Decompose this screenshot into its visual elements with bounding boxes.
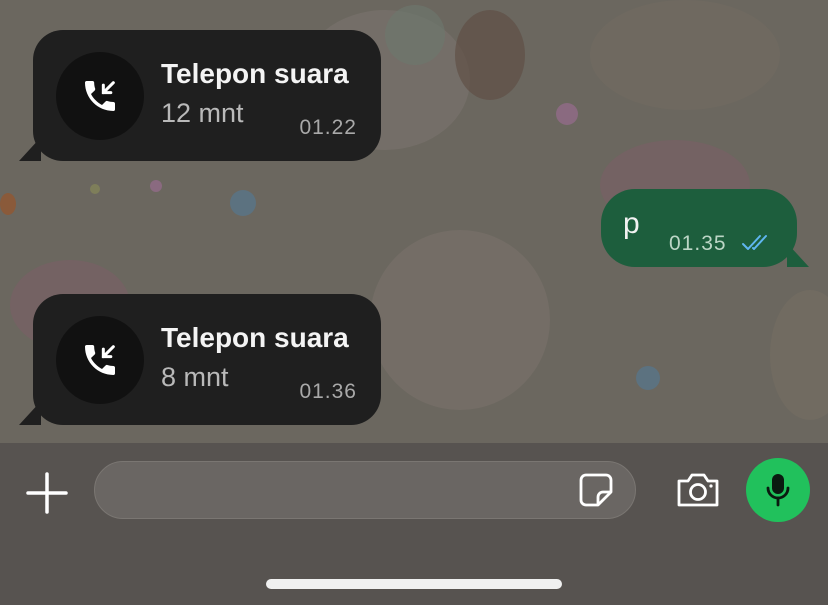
call-message-bubble[interactable]: Telepon suara 8 mnt 01.36 [19,294,381,425]
call-message-bubble[interactable]: Telepon suara 12 mnt 01.22 [19,30,381,161]
sticker-icon[interactable] [578,472,614,508]
message-time: 01.22 [299,116,357,139]
incoming-call-icon [85,345,115,375]
voice-message-button[interactable] [746,458,810,522]
message-input[interactable] [94,461,636,519]
message-time: 01.36 [299,380,357,403]
microphone-icon [766,474,790,507]
bubble-tail [19,401,41,425]
call-icon-circle [56,52,144,140]
call-title: Telepon suara [161,58,349,89]
call-icon-circle [56,316,144,404]
chat-background: Telepon suara 12 mnt 01.22 p 01.35 Telep… [0,0,828,443]
double-check-icon [742,235,767,250]
incoming-call-icon [85,81,115,111]
message-text: p [623,207,640,240]
bubble-tail [787,243,809,267]
camera-icon[interactable] [675,471,721,509]
outgoing-message-bubble[interactable]: p 01.35 [601,189,809,267]
message-time: 01.35 [669,232,727,255]
call-duration: 12 mnt [161,98,244,128]
home-indicator[interactable] [266,579,562,589]
call-title: Telepon suara [161,322,349,353]
plus-icon[interactable] [24,470,70,516]
call-duration: 8 mnt [161,362,229,392]
bubble-tail [19,137,41,161]
